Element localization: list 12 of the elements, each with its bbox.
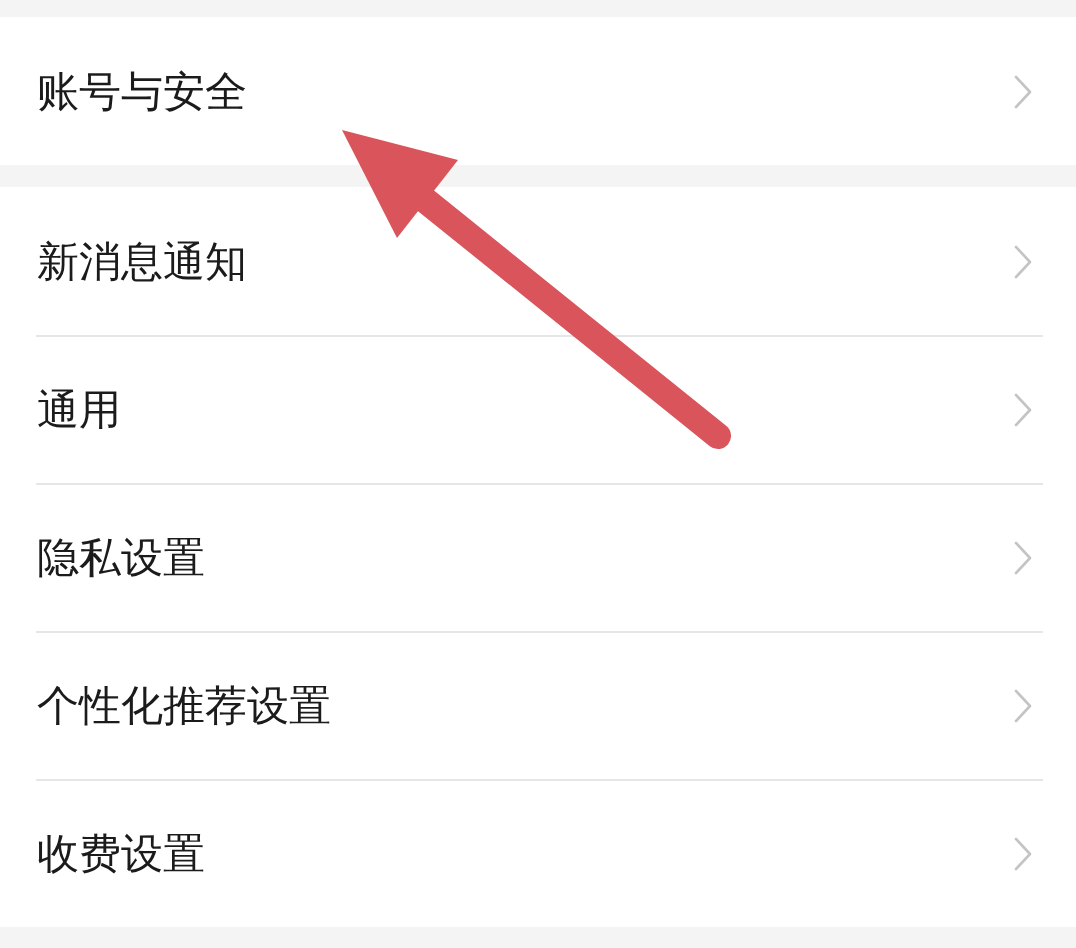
chevron-right-icon [1014, 393, 1032, 427]
chevron-right-icon [1014, 689, 1032, 723]
settings-item[interactable]: 收费设置 [36, 779, 1043, 927]
settings-item[interactable]: 新消息通知 [36, 187, 1043, 335]
settings-item[interactable]: 隐私设置 [36, 483, 1043, 631]
chevron-right-icon [1014, 837, 1032, 871]
settings-item[interactable]: 账号与安全 [36, 17, 1043, 165]
settings-item[interactable]: 通用 [36, 335, 1043, 483]
chevron-right-icon [1014, 245, 1032, 279]
chevron-right-icon [1014, 75, 1032, 109]
chevron-right-icon [1014, 541, 1032, 575]
settings-item[interactable]: 个性化推荐设置 [36, 631, 1043, 779]
